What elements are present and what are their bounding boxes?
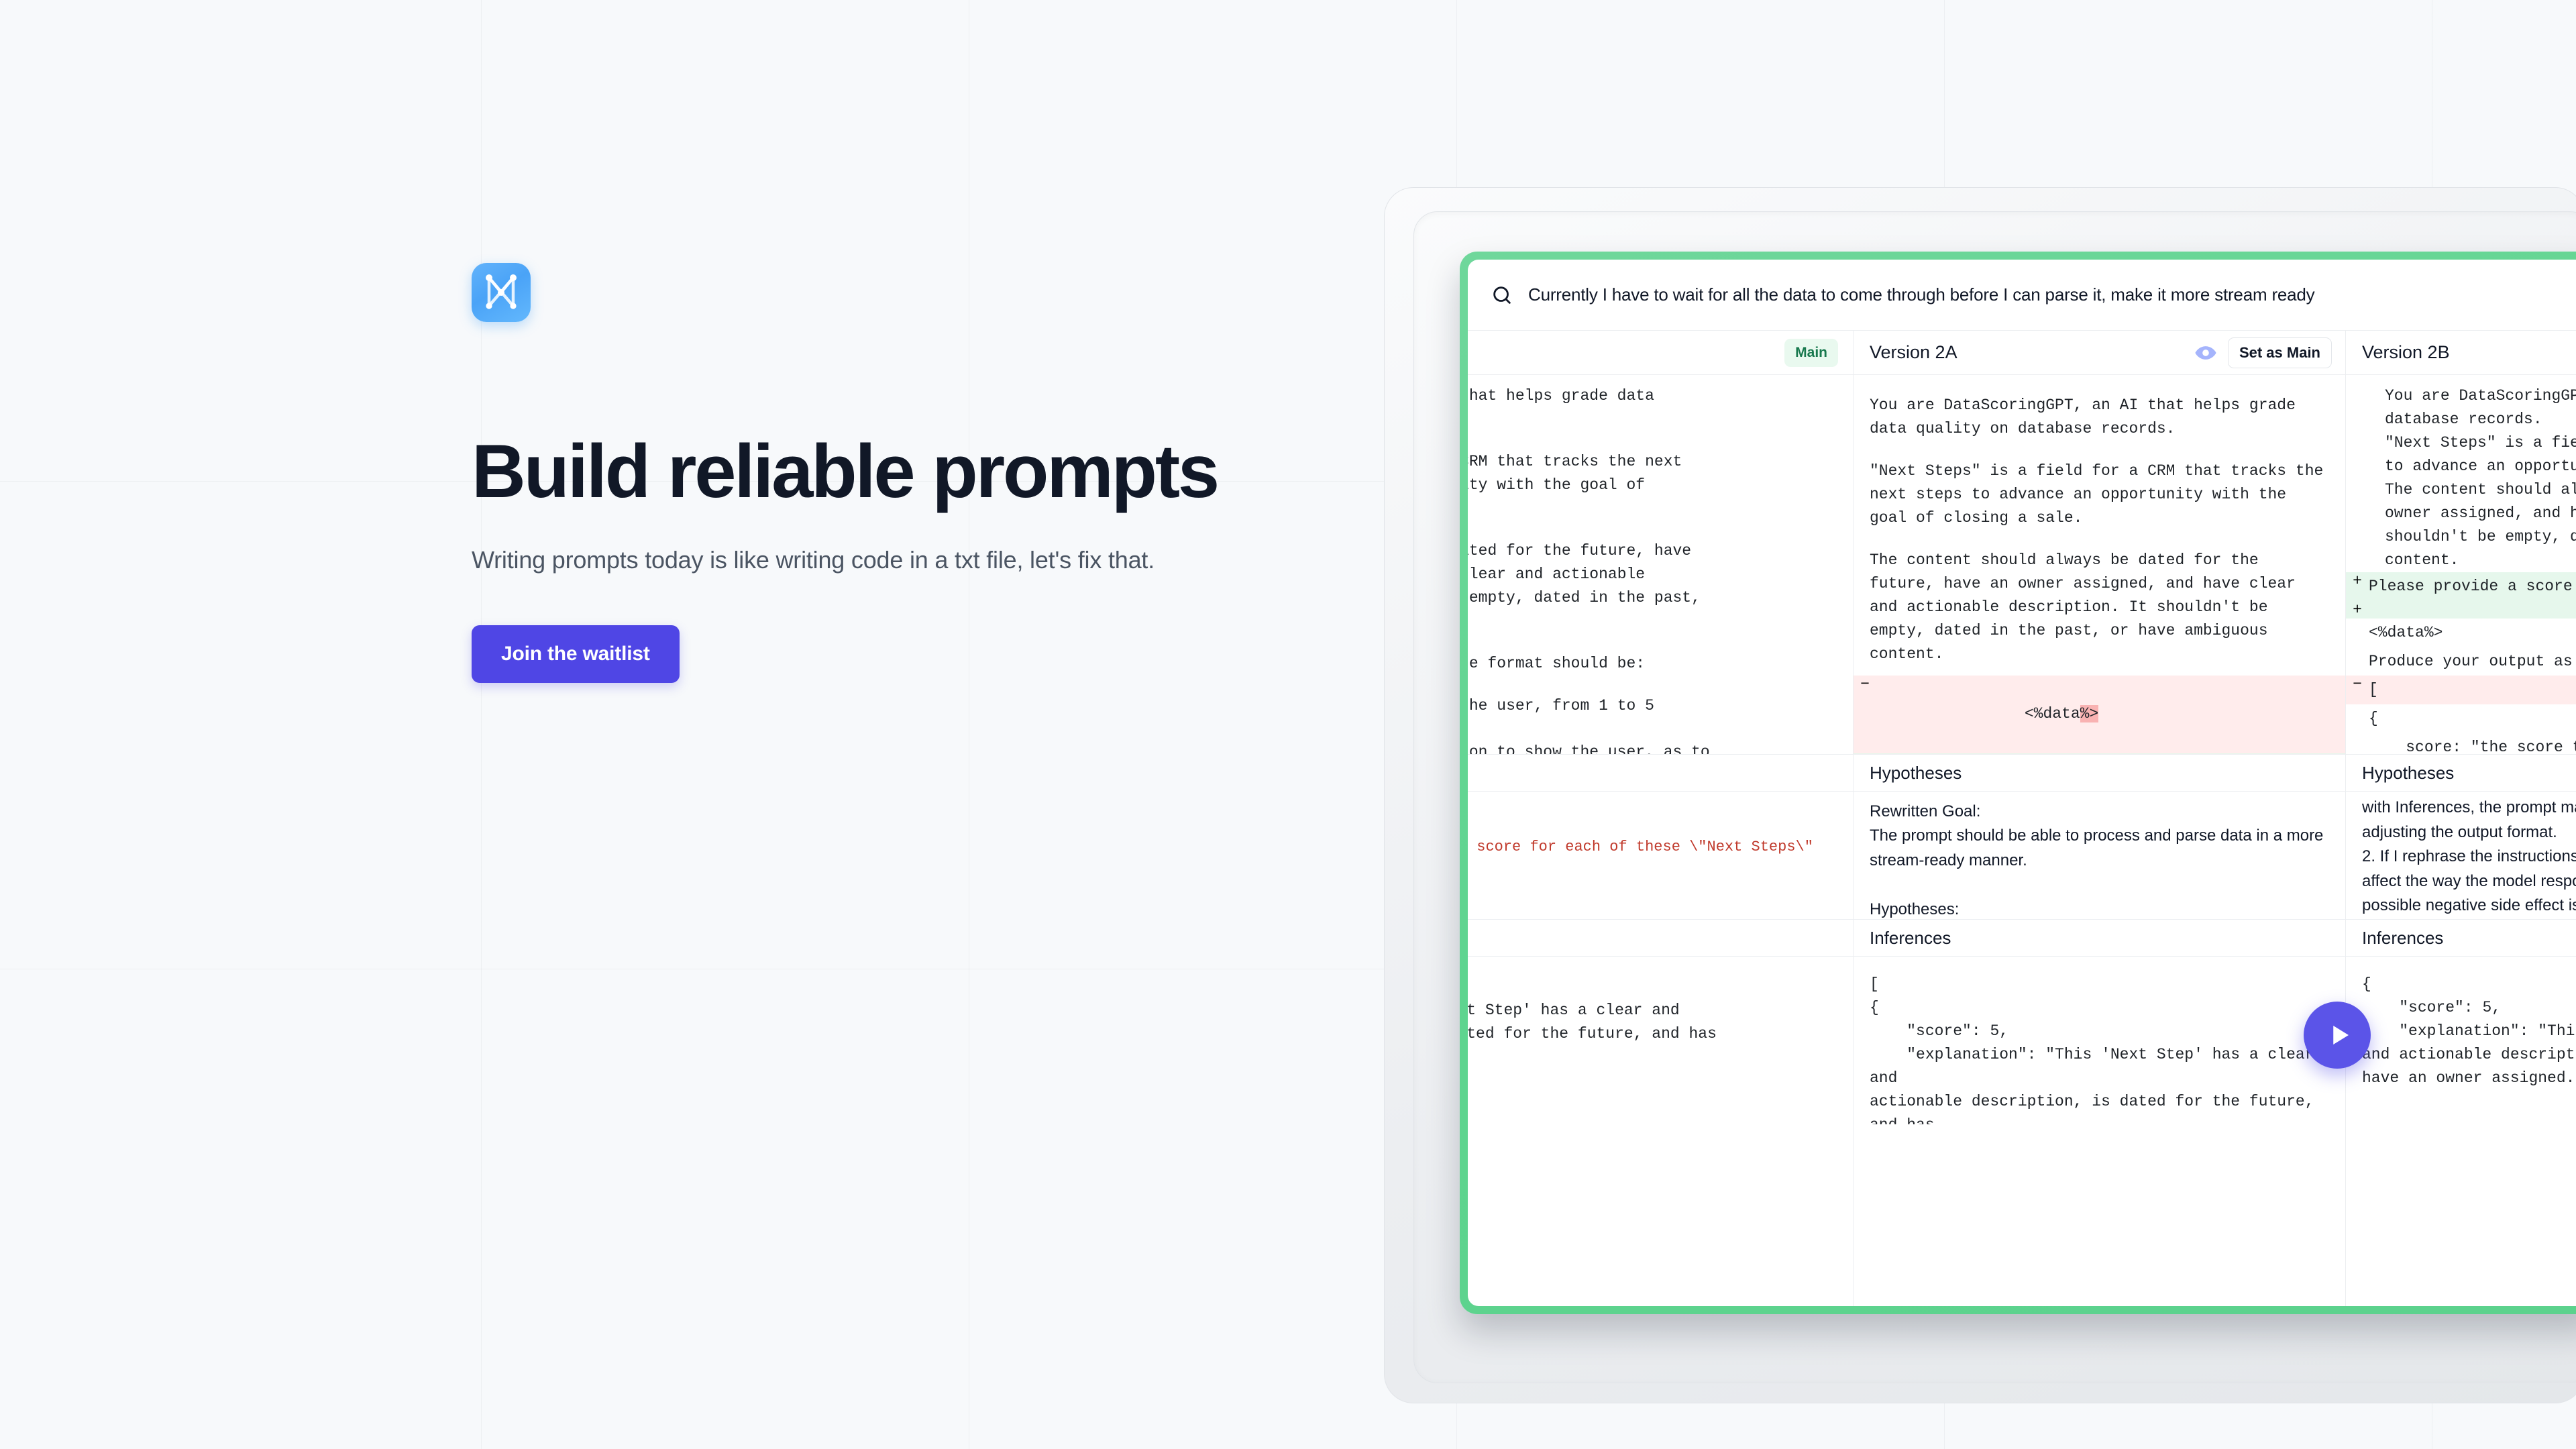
main-json-block-1: "the score to show the user, from 1 to 5… — [1468, 696, 1710, 754]
main-inferences-pane: ": 5, nation": "This 'Next Step' has a c… — [1468, 957, 1853, 1124]
search-input[interactable]: Currently I have to wait for all the dat… — [1528, 284, 2315, 305]
v2b-diff-add-text-1: Please provide a score for each of these… — [2369, 577, 2573, 595]
diff-blank-sign — [2346, 619, 2369, 636]
v2a-prompt-para-3: The content should always be dated for t… — [1870, 551, 2305, 663]
search-bar[interactable]: Currently I have to wait for all the dat… — [1468, 260, 2576, 331]
v2b-ctx-produce: Produce your output as JSON. The format … — [2369, 652, 2573, 670]
main-hypotheses-header — [1468, 754, 1853, 792]
main-prompt-pane: taScoringGPT, an AI that helps grade dat… — [1468, 375, 1853, 754]
v2b-inferences-pane: { "score": 5, "explanation": "This 'Next… — [2346, 957, 2576, 1124]
v2a-diff-removed-chip: %> — [2080, 705, 2099, 723]
v2b-diff-del-text-1: [ — [2369, 681, 2378, 699]
v2b-hypotheses-header: Hypotheses — [2346, 754, 2576, 792]
diff-minus-sign: − — [2353, 676, 2362, 694]
v2a-inferences-pane: [ { "score": 5, "explanation": "This 'Ne… — [1854, 957, 2345, 1124]
page-title: Build reliable prompts — [472, 429, 1220, 513]
column-header-version-2a: Version 2A Set as Main — [1853, 331, 2345, 374]
v2b-inferences-body: { "score": 5, "explanation": "This 'Next… — [2362, 975, 2576, 1087]
v2b-ctx-brace-row: { — [2346, 704, 2576, 733]
main-prompt-para-2: s" is a field for a CRM that tracks the … — [1468, 452, 1682, 494]
v2b-diff-add-text-2 — [2369, 601, 2576, 606]
main-inferences-body: ": 5, nation": "This 'Next Step' has a c… — [1468, 1001, 1717, 1042]
v2b-diff-del-row-1: − [ — [2346, 676, 2576, 705]
v2a-hypotheses-header: Hypotheses — [1854, 754, 2345, 792]
v2a-prompt-pane: You are DataScoringGPT, an AI that helps… — [1854, 375, 2345, 754]
main-hypotheses-red-line: ": "Please provide a score for each of t… — [1468, 839, 1813, 855]
v2b-ctx-score-row: score: "the score to show the user, from… — [2346, 733, 2576, 754]
app-window-frame: Currently I have to wait for all the dat… — [1460, 252, 2576, 1314]
set-as-main-button[interactable]: Set as Main — [2227, 337, 2332, 368]
diff-blank-sign — [2346, 704, 2369, 722]
diff-plus-sign: + — [2353, 572, 2362, 590]
v2b-ctx-produce-row: Produce your output as JSON. The format … — [2346, 647, 2576, 676]
column-version-2b[interactable]: You are DataScoringGPT, an AI that helps… — [2345, 375, 2576, 1306]
version-2a-actions: Set as Main — [2194, 337, 2332, 368]
diff-blank-sign — [2346, 733, 2369, 751]
v2a-inferences-header: Inferences — [1854, 919, 2345, 957]
v2b-ctx-brace: { — [2369, 710, 2378, 728]
v2a-diff-added-row: + Please provide a score for each of the… — [1854, 753, 2345, 754]
diff-columns: taScoringGPT, an AI that helps grade dat… — [1468, 375, 2576, 1306]
mirascope-m-logo-icon — [472, 263, 531, 322]
v2a-prompt-para-1: You are DataScoringGPT, an AI that helps… — [1870, 396, 2305, 437]
diff-plus-sign: + — [1854, 753, 1876, 754]
main-json-intro: ur output as JSON. The format should be: — [1468, 654, 1646, 672]
v2a-hypotheses-body: Rewritten Goal: The prompt should be abl… — [1870, 802, 2324, 918]
search-icon — [1493, 286, 1511, 304]
v2b-inferences-header: Inferences — [2346, 919, 2576, 957]
v2a-hypotheses-pane: Rewritten Goal: The prompt should be abl… — [1854, 792, 2345, 919]
play-icon — [2333, 1026, 2349, 1044]
join-waitlist-button[interactable]: Join the waitlist — [472, 625, 680, 683]
v2b-ctx-data-row: <%data%> — [2346, 619, 2576, 647]
hero-section: Build reliable prompts Writing prompts t… — [472, 263, 1357, 683]
v2b-hypotheses-body: format and the way it is parsed. with In… — [2362, 792, 2576, 915]
column-header-version-2b: Version 2B — [2345, 331, 2576, 374]
v2a-inferences-body: [ { "score": 5, "explanation": "This 'Ne… — [1870, 975, 2314, 1124]
v2a-prompt-para-2: "Next Steps" is a field for a CRM that t… — [1870, 462, 2333, 527]
page-subtitle: Writing prompts today is like writing co… — [472, 545, 1155, 574]
diff-minus-sign: − — [1860, 675, 1870, 693]
v2b-ctx-data: <%data%> — [2369, 623, 2443, 641]
diff-blank-sign — [2346, 647, 2369, 665]
column-header-main: Main — [1468, 331, 1853, 374]
v2a-diff-removed-pre: <%data — [2024, 705, 2080, 723]
main-prompt-para-1: taScoringGPT, an AI that helps grade dat… — [1468, 387, 1654, 405]
version-column-headers: Main Version 2A Set as Main Version 2B — [1468, 331, 2576, 375]
version-2a-title: Version 2A — [1870, 342, 1957, 362]
v2b-prompt-pane: You are DataScoringGPT, an AI that helps… — [2346, 375, 2576, 754]
v2b-prompt-body: You are DataScoringGPT, an AI that helps… — [2385, 387, 2576, 569]
column-version-2a[interactable]: You are DataScoringGPT, an AI that helps… — [1853, 375, 2345, 1306]
column-main[interactable]: taScoringGPT, an AI that helps grade dat… — [1468, 375, 1853, 1306]
diff-plus-sign: + — [2353, 600, 2362, 619]
v2b-diff-add-row-1: + Please provide a score for each of the… — [2346, 572, 2576, 601]
v2b-hypotheses-pane: format and the way it is parsed. with In… — [2346, 792, 2576, 919]
main-inferences-header — [1468, 919, 1853, 957]
eye-icon[interactable] — [2194, 341, 2217, 364]
main-hypotheses-pane: ": "Please provide a score for each of t… — [1468, 792, 1853, 919]
v2a-diff-removed-row: − <%data%> — [1854, 675, 2345, 754]
main-prompt-para-3: t should always be dated for the future,… — [1468, 541, 1701, 606]
v2b-ctx-score: score: "the score to show the user, from… — [2406, 739, 2576, 754]
app-window: Currently I have to wait for all the dat… — [1468, 260, 2576, 1306]
v2b-diff-add-row-2: + — [2346, 600, 2576, 619]
main-badge: Main — [1784, 338, 1838, 367]
play-button[interactable] — [2304, 1002, 2371, 1069]
version-2b-title: Version 2B — [2362, 342, 2450, 362]
